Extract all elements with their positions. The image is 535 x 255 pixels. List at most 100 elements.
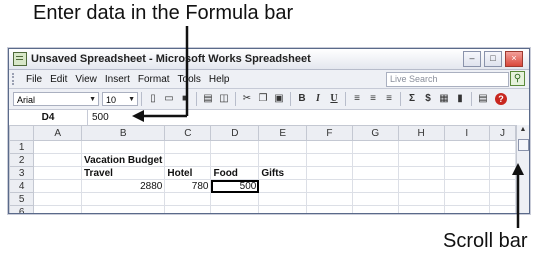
cell[interactable] xyxy=(80,140,166,154)
minimize-button[interactable]: – xyxy=(463,51,481,67)
scroll-up-icon[interactable]: ▲ xyxy=(517,125,529,135)
cell[interactable] xyxy=(33,205,82,213)
cell[interactable] xyxy=(443,192,490,206)
menu-format[interactable]: Format xyxy=(134,74,174,85)
italic-button[interactable]: I xyxy=(311,92,325,106)
row-header[interactable]: 6 xyxy=(9,205,35,213)
cell[interactable] xyxy=(33,140,82,154)
cell[interactable] xyxy=(397,153,445,167)
cell[interactable] xyxy=(351,205,399,213)
cell[interactable] xyxy=(33,166,82,180)
cell[interactable] xyxy=(351,166,399,180)
menu-file[interactable]: File xyxy=(22,74,46,85)
cell[interactable] xyxy=(397,192,445,206)
cell[interactable] xyxy=(443,166,490,180)
row-header[interactable]: 3 xyxy=(9,166,35,180)
cell-b4[interactable]: 2880 xyxy=(80,179,166,193)
formula-input[interactable]: 500 xyxy=(92,111,529,125)
cell[interactable] xyxy=(164,192,212,206)
row-header[interactable]: 2 xyxy=(9,153,35,167)
cell[interactable] xyxy=(164,140,212,154)
cell[interactable] xyxy=(210,205,260,213)
search-go-icon[interactable]: ⚲ xyxy=(510,71,525,86)
autosum-button[interactable]: Σ xyxy=(405,92,419,106)
cell-e3[interactable]: Gifts xyxy=(258,166,308,180)
cell-c4[interactable]: 780 xyxy=(164,179,212,193)
cell-c3[interactable]: Hotel xyxy=(164,166,212,180)
cell[interactable] xyxy=(306,140,353,154)
menu-help[interactable]: Help xyxy=(205,74,234,85)
paste-icon[interactable]: ▣ xyxy=(272,92,286,106)
menu-tools[interactable]: Tools xyxy=(174,74,205,85)
cell[interactable] xyxy=(351,179,399,193)
cell[interactable] xyxy=(397,166,445,180)
cell-b3[interactable]: Travel xyxy=(80,166,166,180)
bold-button[interactable]: B xyxy=(295,92,309,106)
cell[interactable] xyxy=(210,153,260,167)
cell[interactable] xyxy=(488,205,517,213)
chart-icon[interactable]: ▮ xyxy=(453,92,467,106)
maximize-button[interactable]: □ xyxy=(484,51,502,67)
currency-button[interactable]: $ xyxy=(421,92,435,106)
menu-insert[interactable]: Insert xyxy=(101,74,134,85)
cell[interactable] xyxy=(443,205,490,213)
row-header[interactable]: 5 xyxy=(9,192,35,206)
cell-d4-active[interactable]: 500 xyxy=(210,179,260,193)
cell[interactable] xyxy=(33,192,82,206)
scroll-thumb[interactable] xyxy=(518,139,529,151)
live-search-input[interactable]: Live Search xyxy=(386,72,509,87)
print-preview-icon[interactable]: ◫ xyxy=(217,92,231,106)
column-header[interactable]: F xyxy=(306,125,353,141)
cell[interactable] xyxy=(210,192,260,206)
cell[interactable] xyxy=(258,179,308,193)
cell[interactable] xyxy=(397,179,445,193)
align-center-icon[interactable]: ≡ xyxy=(366,92,380,106)
cell[interactable] xyxy=(306,179,353,193)
cell[interactable] xyxy=(258,205,308,213)
align-left-icon[interactable]: ≡ xyxy=(350,92,364,106)
column-header[interactable]: B xyxy=(80,125,166,141)
cell[interactable] xyxy=(306,192,353,206)
print-icon[interactable]: ▤ xyxy=(201,92,215,106)
save-icon[interactable]: ■ xyxy=(178,92,192,106)
cell[interactable] xyxy=(397,140,445,154)
cell[interactable] xyxy=(351,153,399,167)
cell[interactable] xyxy=(306,205,353,213)
row-header[interactable]: 4 xyxy=(9,179,35,193)
cell-reference[interactable]: D4 xyxy=(9,110,88,126)
cell[interactable] xyxy=(443,153,490,167)
select-all-corner[interactable] xyxy=(9,125,35,141)
column-header[interactable]: A xyxy=(33,125,82,141)
align-right-icon[interactable]: ≡ xyxy=(382,92,396,106)
font-name-select[interactable]: Arial ▼ xyxy=(13,92,99,106)
cell[interactable] xyxy=(488,153,517,167)
cell[interactable] xyxy=(164,153,212,167)
column-header[interactable]: D xyxy=(210,125,260,141)
vertical-scrollbar[interactable]: ▲ xyxy=(516,125,529,213)
task-launcher-icon[interactable]: ▤ xyxy=(476,92,490,106)
cell[interactable] xyxy=(258,192,308,206)
close-button[interactable]: × xyxy=(505,51,523,67)
cell[interactable] xyxy=(306,166,353,180)
cell[interactable] xyxy=(443,140,490,154)
column-header[interactable]: G xyxy=(351,125,399,141)
cell[interactable] xyxy=(258,140,308,154)
new-file-icon[interactable]: ▯ xyxy=(146,92,160,106)
column-header[interactable]: E xyxy=(258,125,308,141)
cell-b2-title[interactable]: Vacation Budget xyxy=(80,153,166,167)
cell-d3[interactable]: Food xyxy=(210,166,260,180)
cell[interactable] xyxy=(306,153,353,167)
cell[interactable] xyxy=(33,179,82,193)
cell[interactable] xyxy=(351,140,399,154)
column-header[interactable]: H xyxy=(397,125,445,141)
cut-icon[interactable]: ✂ xyxy=(240,92,254,106)
help-button[interactable]: ? xyxy=(495,93,507,105)
font-size-select[interactable]: 10 ▼ xyxy=(102,92,138,106)
cell[interactable] xyxy=(80,205,166,213)
copy-icon[interactable]: ❐ xyxy=(256,92,270,106)
cell[interactable] xyxy=(80,192,166,206)
cell[interactable] xyxy=(397,205,445,213)
cell[interactable] xyxy=(488,192,517,206)
cell[interactable] xyxy=(488,166,517,180)
cell[interactable] xyxy=(488,179,517,193)
